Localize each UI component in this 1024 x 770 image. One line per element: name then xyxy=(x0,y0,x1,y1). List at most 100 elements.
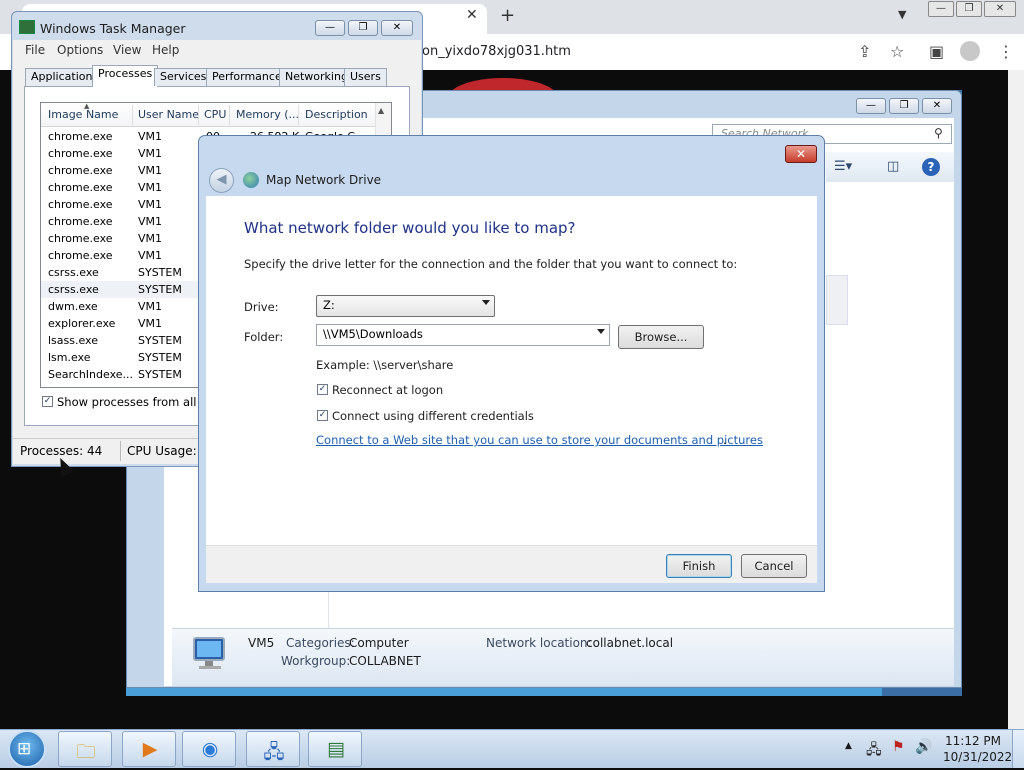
task-manager-title: Windows Task Manager xyxy=(40,21,186,36)
cancel-button[interactable]: Cancel xyxy=(741,554,807,578)
folder-input[interactable]: \\VM5\Downloads xyxy=(316,324,610,346)
dialog-close-button[interactable]: ✕ xyxy=(785,145,817,163)
process-user-name: VM1 xyxy=(138,130,163,143)
column-image-name[interactable]: Image Name xyxy=(48,103,118,127)
profile-icon[interactable] xyxy=(960,41,980,61)
process-image-name: chrome.exe xyxy=(48,215,113,228)
menu-file[interactable]: File xyxy=(25,43,45,57)
folder-label: Folder: xyxy=(244,330,284,344)
drive-select[interactable]: Z: xyxy=(316,295,495,317)
scroll-up-icon[interactable]: ▲ xyxy=(378,106,384,115)
column-description[interactable]: Description xyxy=(305,103,368,127)
dialog-heading: What network folder would you like to ma… xyxy=(244,219,576,237)
explorer-close-button[interactable]: ✕ xyxy=(922,98,952,114)
details-network-location-value: collabnet.local xyxy=(586,636,674,650)
tab-services[interactable]: Services xyxy=(154,68,213,86)
tab-users[interactable]: Users xyxy=(344,68,387,86)
column-divider[interactable] xyxy=(229,105,230,125)
star-icon[interactable]: ☆ xyxy=(890,42,904,61)
process-user-name: VM1 xyxy=(138,164,163,177)
tab-performance[interactable]: Performance xyxy=(206,68,288,86)
tm-minimize-button[interactable]: — xyxy=(315,20,345,36)
preview-pane-icon[interactable]: ◫ xyxy=(887,159,899,174)
flag-tray-icon[interactable]: ⚑ xyxy=(892,739,905,755)
task-manager-taskbar-button[interactable]: ▤ xyxy=(308,731,362,767)
browser-maximize-button[interactable]: ❐ xyxy=(956,1,982,17)
process-user-name: VM1 xyxy=(138,232,163,245)
explorer-maximize-button[interactable]: ❐ xyxy=(889,98,919,114)
browser-minimize-button[interactable]: — xyxy=(928,1,954,17)
menu-help[interactable]: Help xyxy=(152,43,179,57)
tab-close-icon[interactable]: ✕ xyxy=(466,7,478,23)
back-arrow-icon[interactable]: ◀ xyxy=(209,168,234,193)
reconnect-label[interactable]: Reconnect at logon xyxy=(332,383,443,397)
chevron-down-icon[interactable]: ▼ xyxy=(898,8,906,21)
column-user-name[interactable]: User Name xyxy=(138,103,199,127)
folder-input-value: \\VM5\Downloads xyxy=(323,327,423,341)
column-divider[interactable] xyxy=(298,105,299,125)
link-suffix: . xyxy=(723,433,727,447)
network-taskbar-button[interactable]: 🖧 xyxy=(246,731,300,767)
clock-time[interactable]: 11:12 PM xyxy=(943,734,1003,748)
tm-close-button[interactable]: ✕ xyxy=(381,20,413,36)
menu-options[interactable]: Options xyxy=(57,43,103,57)
credentials-label[interactable]: Connect using different credentials xyxy=(332,409,534,423)
web-storage-link[interactable]: Connect to a Web site that you can use t… xyxy=(316,433,763,447)
reconnect-checkbox[interactable]: ✓ xyxy=(317,384,328,395)
process-image-name: dwm.exe xyxy=(48,300,98,313)
process-image-name: chrome.exe xyxy=(48,181,113,194)
details-name: VM5 xyxy=(248,636,275,650)
explorer-taskbar-button[interactable]: 🗀 xyxy=(58,731,112,767)
chevron-down-icon xyxy=(482,300,490,305)
process-user-name: VM1 xyxy=(138,181,163,194)
credentials-checkbox[interactable]: ✓ xyxy=(317,410,328,421)
show-all-users-checkbox[interactable]: ✓ xyxy=(42,396,53,407)
computer-icon xyxy=(193,637,225,669)
show-hidden-icons-icon[interactable]: ▲ xyxy=(845,741,852,751)
process-user-name: VM1 xyxy=(138,249,163,262)
drive-select-value: Z: xyxy=(323,298,335,312)
process-image-name: lsass.exe xyxy=(48,334,98,347)
details-categories-value: Computer xyxy=(349,636,409,650)
address-bar[interactable]: on_yixdo78xjg031.htm xyxy=(422,44,571,59)
network-tray-icon[interactable]: 🖧 xyxy=(866,739,882,763)
process-user-name: VM1 xyxy=(138,300,163,313)
explorer-minimize-button[interactable]: — xyxy=(856,98,886,114)
help-icon[interactable]: ? xyxy=(922,158,940,176)
clock-date[interactable]: 10/31/2022 xyxy=(943,750,1012,764)
chrome-taskbar-button[interactable]: ◉ xyxy=(182,731,236,767)
tab-networking[interactable]: Networking xyxy=(279,68,354,86)
chevron-down-icon[interactable] xyxy=(597,329,605,334)
browser-close-button[interactable]: ✕ xyxy=(984,1,1016,17)
show-desktop-button[interactable] xyxy=(1012,730,1024,768)
media-player-taskbar-button[interactable]: ▶ xyxy=(122,731,176,767)
column-divider[interactable] xyxy=(198,105,199,125)
explorer-item-tile[interactable] xyxy=(826,275,848,325)
network-drive-icon xyxy=(243,172,259,188)
browse-button[interactable]: Browse... xyxy=(618,325,704,349)
finish-button[interactable]: Finish xyxy=(666,554,732,578)
process-user-name: VM1 xyxy=(138,317,163,330)
view-options-icon[interactable]: ☰▾ xyxy=(834,159,852,174)
column-memory[interactable]: Memory (... xyxy=(236,103,299,127)
status-processes: Processes: 44 xyxy=(20,444,103,458)
tab-processes[interactable]: Processes xyxy=(92,65,159,87)
column-divider[interactable] xyxy=(132,105,133,125)
navigation-pane-divider xyxy=(328,590,329,630)
process-image-name: chrome.exe xyxy=(48,249,113,262)
chrome-icon: ◉ xyxy=(201,738,219,760)
sidebar-icon[interactable]: ▣ xyxy=(929,42,944,61)
column-cpu[interactable]: CPU xyxy=(204,103,226,127)
process-image-name: csrss.exe xyxy=(48,266,99,279)
search-icon[interactable]: ⚲ xyxy=(934,126,943,140)
process-user-name: SYSTEM xyxy=(138,334,182,347)
menu-icon[interactable]: ⋮ xyxy=(998,42,1014,61)
page-scrollbar[interactable] xyxy=(1008,70,1024,730)
task-manager-icon xyxy=(19,20,35,34)
tm-maximize-button[interactable]: ❐ xyxy=(348,20,378,36)
menu-view[interactable]: View xyxy=(113,43,141,57)
volume-tray-icon[interactable]: 🔊 xyxy=(915,739,932,755)
share-icon[interactable]: ⇪ xyxy=(858,42,871,61)
dialog-body xyxy=(206,196,817,583)
new-tab-icon[interactable]: + xyxy=(500,5,515,26)
